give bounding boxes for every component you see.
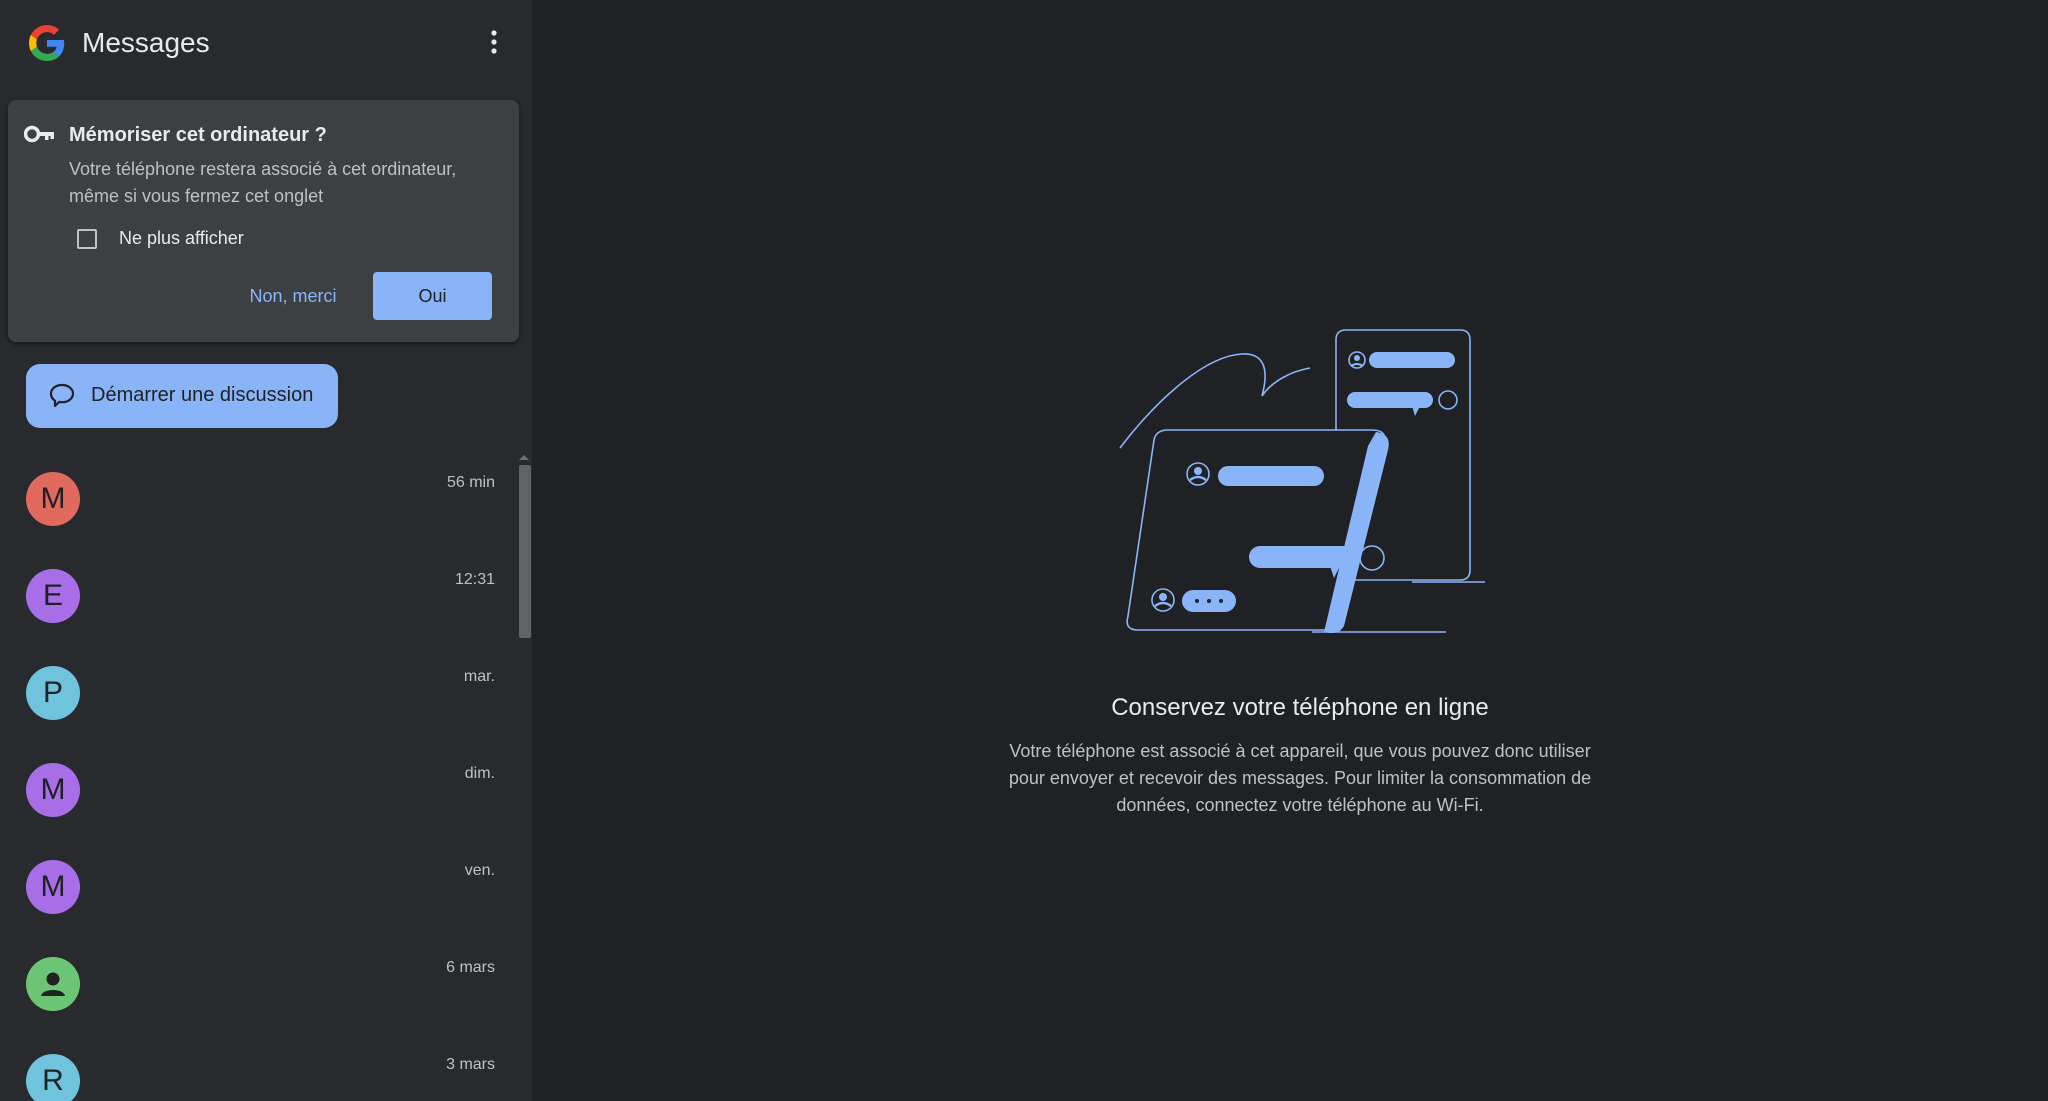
scrollbar-up-arrow[interactable] xyxy=(519,455,529,460)
conversation-timestamp: ven. xyxy=(464,862,495,879)
conversation-item[interactable]: E 12:31 xyxy=(0,547,516,644)
avatar xyxy=(26,957,80,1011)
sidebar: Messages Mémoriser cet ordinateur ? Votr… xyxy=(0,0,532,1101)
start-chat-button[interactable]: Démarrer une discussion xyxy=(26,364,338,428)
conversation-timestamp: 12:31 xyxy=(454,571,495,588)
google-logo-icon xyxy=(29,25,65,61)
more-options-button[interactable] xyxy=(474,22,514,62)
start-chat-label: Démarrer une discussion xyxy=(91,384,314,406)
conversation-timestamp: 56 min xyxy=(446,474,495,491)
conversation-item[interactable]: 6 mars xyxy=(0,935,516,1032)
conversation-timestamp: mar. xyxy=(463,668,495,685)
scrollbar-thumb[interactable] xyxy=(519,465,531,638)
avatar: R xyxy=(26,1054,80,1101)
phone-laptop-illustration xyxy=(1119,329,1485,634)
avatar-initial: M xyxy=(40,870,66,903)
person-icon xyxy=(41,972,65,996)
avatar: P xyxy=(26,666,80,720)
app-title: Messages xyxy=(82,27,210,58)
avatar-initial: M xyxy=(40,482,66,515)
conversation-timestamp: 6 mars xyxy=(446,959,495,976)
conversation-timestamp: dim. xyxy=(464,765,495,782)
conversation-item[interactable]: Mven. xyxy=(0,838,516,935)
avatar-initial: R xyxy=(42,1064,64,1097)
conversation-item[interactable]: M 56 min xyxy=(0,450,516,547)
chat-bubble-icon xyxy=(49,383,75,408)
prompt-description: Votre téléphone restera associé à cet or… xyxy=(69,159,457,206)
dont-show-again-label: Ne plus afficher xyxy=(119,228,244,248)
avatar: E xyxy=(26,569,80,623)
conversation-item[interactable]: Pmar. xyxy=(0,644,516,741)
conversation-item[interactable]: R 3 mars xyxy=(0,1032,516,1101)
app-window: Messages Mémoriser cet ordinateur ? Votr… xyxy=(0,0,2048,1101)
dont-show-again-row[interactable]: Ne plus afficher xyxy=(69,228,244,249)
avatar: M xyxy=(26,860,80,914)
avatar-initial: P xyxy=(42,676,63,709)
conversation-list: M 56 min E 12:31 Pmar. Mdim. Mven. 6 mars R 3 mar… xyxy=(0,450,516,1101)
empty-state-title: Conservez votre téléphone en ligne xyxy=(1111,694,1489,721)
dont-show-again-checkbox[interactable] xyxy=(77,228,97,249)
conversation-timestamp: 3 mars xyxy=(446,1056,495,1073)
prompt-title: Mémoriser cet ordinateur ? xyxy=(69,124,327,146)
app-header: Messages xyxy=(0,0,532,86)
empty-state-description: Votre téléphone est associé à cet appare… xyxy=(1008,741,1592,815)
yes-button[interactable]: Oui xyxy=(373,272,492,320)
key-icon xyxy=(24,125,54,143)
avatar-initial: E xyxy=(42,579,63,612)
conversation-item[interactable]: Mdim. xyxy=(0,741,516,838)
more-vert-icon xyxy=(491,30,497,54)
avatar: M xyxy=(26,763,80,817)
avatar: M xyxy=(26,472,80,526)
avatar-initial: M xyxy=(40,773,66,806)
no-thanks-button[interactable]: Non, merci xyxy=(234,272,352,320)
